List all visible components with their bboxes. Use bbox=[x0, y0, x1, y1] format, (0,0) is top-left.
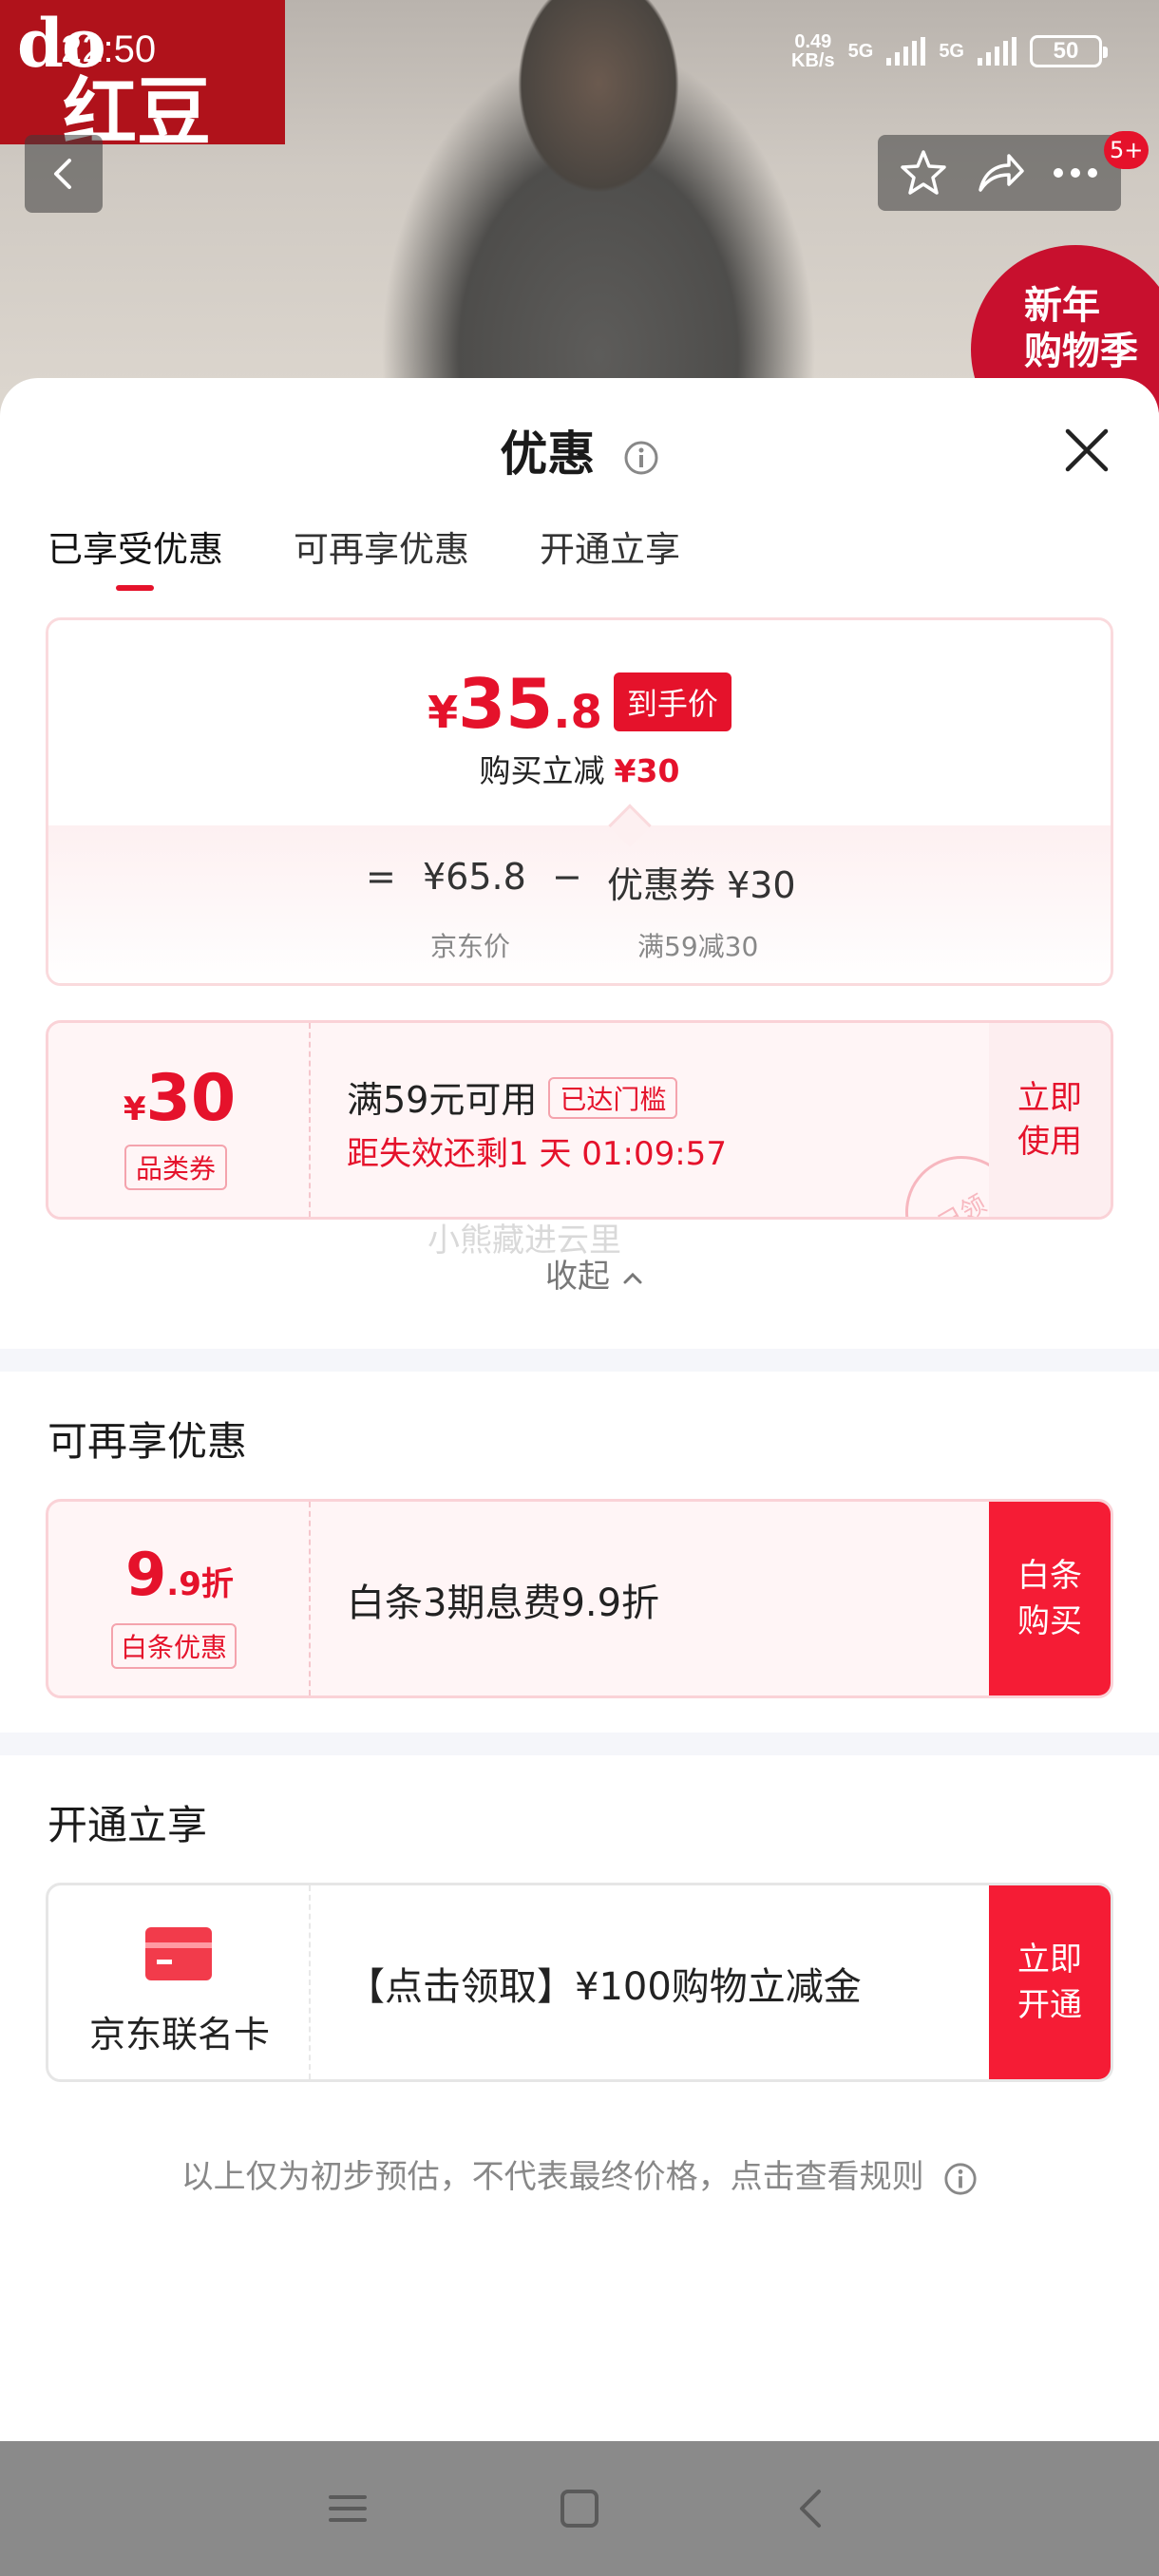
close-icon[interactable] bbox=[1056, 420, 1117, 481]
back-icon[interactable] bbox=[788, 2486, 834, 2531]
signal-icon bbox=[978, 37, 1016, 66]
collapse-button[interactable]: 收起 bbox=[545, 1250, 645, 1297]
system-nav-bar bbox=[0, 2441, 1159, 2576]
activate-title: 开通立享 bbox=[48, 1802, 208, 1848]
back-button[interactable] bbox=[25, 135, 103, 213]
activate-now-button[interactable]: 立即 开通 bbox=[989, 1885, 1111, 2079]
discount-value: 9.9折 bbox=[125, 1540, 234, 1609]
top-action-group bbox=[878, 135, 1121, 211]
more-offers-title: 可再享优惠 bbox=[48, 1418, 248, 1465]
tab-enjoyed-offers[interactable]: 已享受优惠 bbox=[48, 521, 223, 591]
coupon-card: ¥30 品类券 满59元可用 已达门槛 距失效还剩1 天 01:09:57 已领 … bbox=[46, 1020, 1113, 1220]
section-divider bbox=[0, 1349, 1159, 1372]
price-breakdown: ¥35.8 到手价 购买立减 ¥30 = ¥65.8 − 优惠券 ¥30 京东价 满… bbox=[46, 617, 1113, 986]
discount-sheet: 优惠 已享受优惠 可再享优惠 开通立享 ¥35.8 到手价 购买立减 ¥30 = ¥… bbox=[0, 378, 1159, 2441]
jd-cobrand-card: 京东联名卡 【点击领取】¥100购物立减金 立即 开通 bbox=[46, 1883, 1113, 2082]
jd-price: ¥65.8 bbox=[423, 856, 526, 898]
use-coupon-button[interactable]: 立即 使用 bbox=[989, 1023, 1111, 1217]
favorite-star-icon[interactable] bbox=[897, 146, 950, 199]
message-badge: 5+ bbox=[1104, 131, 1150, 169]
jd-price-label: 京东价 bbox=[430, 931, 511, 962]
section-divider bbox=[0, 1733, 1159, 1755]
coupon-deduction: 优惠券 ¥30 bbox=[607, 864, 796, 906]
offer-tabs: 已享受优惠 可再享优惠 开通立享 bbox=[48, 521, 680, 591]
final-price-tag: 到手价 bbox=[613, 672, 732, 731]
info-icon[interactable] bbox=[623, 440, 659, 476]
sheet-title: 优惠 bbox=[0, 416, 1159, 484]
discount-type-badge: 白条优惠 bbox=[111, 1623, 238, 1669]
coupon-type-badge: 品类券 bbox=[124, 1145, 228, 1190]
signal-icon bbox=[886, 37, 926, 66]
product-image-header: do 红豆 22:50 0.49 KB/s 5G 5G 50 5+ 新年 购物季 bbox=[0, 0, 1159, 418]
jd-card-offer-text: 【点击领取】¥100购物立减金 bbox=[347, 1965, 862, 2009]
chevron-left-icon bbox=[54, 159, 71, 189]
credit-card-icon bbox=[145, 1927, 212, 1980]
more-dots-icon[interactable] bbox=[1049, 146, 1102, 199]
coupon-title: 满59元可用 已达门槛 bbox=[347, 1070, 678, 1123]
product-photo bbox=[352, 0, 846, 418]
battery-icon: 50 bbox=[1030, 35, 1108, 67]
threshold-reached-badge: 已达门槛 bbox=[548, 1077, 678, 1119]
menu-icon[interactable] bbox=[325, 2486, 370, 2531]
rules-footnote[interactable]: 以上仅为初步预估，不代表最终价格，点击查看规则 bbox=[0, 2150, 1159, 2197]
sim2-label: 5G bbox=[939, 40, 964, 62]
share-icon[interactable] bbox=[973, 146, 1026, 199]
jd-card-name: 京东联名卡 bbox=[88, 2014, 270, 2055]
instant-cut: 购买立减 ¥30 bbox=[479, 752, 680, 789]
coupon-countdown: 距失效还剩1 天 01:09:57 bbox=[347, 1135, 727, 1173]
status-icons: 0.49 KB/s 5G 5G 50 bbox=[791, 31, 1108, 71]
baitiao-offer-text: 白条3期息费9.9折 bbox=[347, 1582, 660, 1625]
tab-activate-offers[interactable]: 开通立享 bbox=[540, 521, 680, 591]
final-price: ¥35.8 bbox=[428, 664, 602, 744]
sim1-label: 5G bbox=[847, 40, 874, 62]
brand-logo: do 红豆 bbox=[0, 0, 285, 156]
coupon-amount: ¥30 bbox=[123, 1061, 237, 1136]
status-time: 22:50 bbox=[61, 28, 157, 70]
info-icon bbox=[944, 2162, 977, 2195]
tab-more-offers[interactable]: 可再享优惠 bbox=[294, 521, 469, 591]
baitiao-buy-button[interactable]: 白条 购买 bbox=[989, 1502, 1111, 1695]
baitiao-offer-card: 9.9折 白条优惠 白条3期息费9.9折 白条 购买 bbox=[46, 1499, 1113, 1698]
home-icon[interactable] bbox=[557, 2486, 602, 2531]
coupon-rule-label: 满59减30 bbox=[637, 931, 759, 962]
chevron-up-icon bbox=[623, 1272, 642, 1283]
network-speed: 0.49 KB/s bbox=[791, 31, 835, 71]
